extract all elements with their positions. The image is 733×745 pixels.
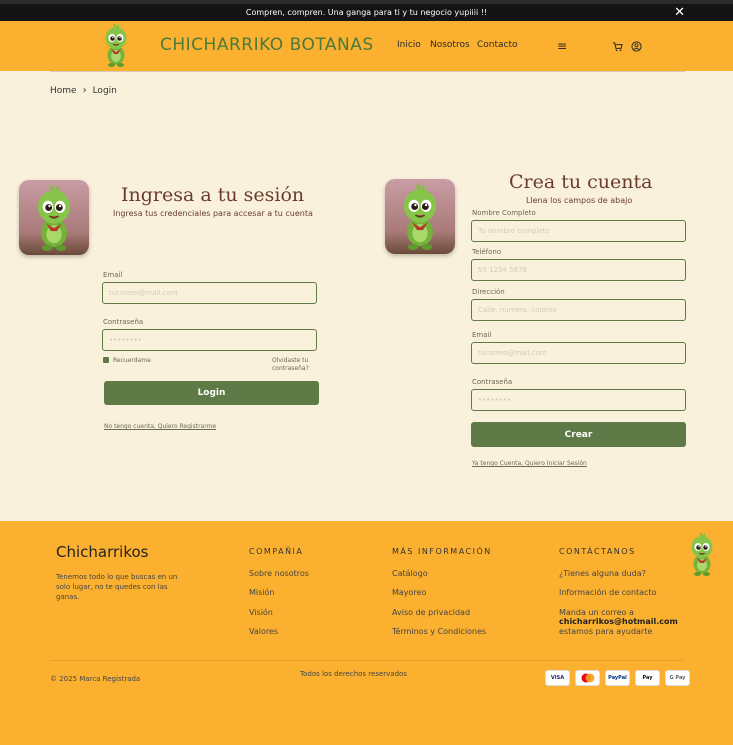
company-heading: COMPAÑIA — [249, 547, 304, 556]
login-avatar — [19, 180, 89, 255]
register-email-input[interactable] — [471, 342, 686, 364]
close-icon[interactable]: ✕ — [674, 6, 685, 19]
chevron-right-icon: › — [82, 85, 87, 96]
rights-text: Todos los derechos reservados — [300, 670, 407, 678]
cart-icon[interactable] — [611, 40, 623, 52]
nav-nosotros[interactable]: Nosotros — [430, 40, 470, 50]
login-password-label: Contraseña — [103, 318, 144, 326]
footer-link-privacidad[interactable]: Aviso de privacidad — [392, 608, 470, 617]
breadcrumb-home[interactable]: Home — [50, 86, 77, 96]
footer-link-dudas[interactable]: ¿Tienes alguna duda? — [559, 569, 646, 578]
footer-link-terminos[interactable]: Términos y Condiciones — [392, 627, 486, 636]
register-avatar — [385, 179, 455, 254]
breadcrumb-current: Login — [92, 85, 117, 96]
nav-inicio[interactable]: Inicio — [397, 40, 421, 50]
mail-prefix: Manda un correo a — [559, 608, 634, 617]
register-password-input[interactable] — [471, 389, 686, 411]
phone-label: Teléfono — [472, 248, 502, 256]
copyright: © 2025 Marca Registrada — [50, 675, 141, 683]
nav-contacto[interactable]: Contacto — [477, 40, 518, 50]
address-label: Dirección — [472, 288, 505, 296]
register-link[interactable]: No tengo cuenta, Quiero Registrarme — [104, 423, 216, 430]
mail-suffix: estamos para ayudarte — [559, 627, 653, 636]
footer-link-mision[interactable]: Misión — [249, 588, 274, 597]
remember-label: Recuerdame — [113, 357, 151, 364]
footer-link-sobre-nosotros[interactable]: Sobre nosotros — [249, 569, 309, 578]
announcement-text: Compren, compren. Una ganga para ti y tu… — [245, 8, 488, 17]
header-divider — [50, 71, 685, 72]
login-email-label: Email — [103, 271, 123, 279]
google-pay-icon: G Pay — [665, 670, 690, 686]
footer-divider — [50, 660, 683, 661]
footer-brand: Chicharrikos — [56, 543, 149, 561]
footer-chick-logo — [686, 532, 718, 578]
name-label: Nombre Completo — [472, 209, 536, 217]
address-input[interactable] — [471, 299, 686, 321]
remember-checkbox[interactable] — [103, 357, 109, 363]
footer-link-mayoreo[interactable]: Mayoreo — [392, 588, 426, 597]
create-account-button[interactable]: Crear — [471, 422, 686, 447]
footer-tagline: Tenemos todo lo que buscas en un solo lu… — [56, 573, 178, 601]
footer-link-vision[interactable]: Visión — [249, 608, 273, 617]
login-title: Ingresa a tu sesión — [121, 184, 305, 206]
more-info-heading: MÁS INFORMACIÓN — [392, 547, 492, 556]
site-header: CHICHARRIKO BOTANAS Inicio Nosotros Cont… — [0, 21, 733, 71]
contact-heading: CONTÁCTANOS — [559, 547, 636, 556]
announcement-bar: Compren, compren. Una ganga para ti y tu… — [0, 4, 733, 21]
login-subtitle: Ingresa tus credenciales para accesar a … — [113, 209, 313, 218]
breadcrumb: Home › Login — [50, 85, 117, 96]
register-password-label: Contraseña — [472, 378, 513, 386]
chick-logo[interactable] — [100, 23, 132, 69]
login-button[interactable]: Login — [104, 381, 319, 405]
visa-icon: VISA — [545, 670, 570, 686]
login-link[interactable]: Ya tengo Cuenta, Quiero Iniciar Sesión — [472, 460, 587, 467]
name-input[interactable] — [471, 220, 686, 242]
brand-name[interactable]: CHICHARRIKO BOTANAS — [160, 35, 374, 55]
register-title: Crea tu cuenta — [509, 171, 653, 193]
login-password-input[interactable] — [102, 329, 317, 351]
user-icon[interactable] — [630, 40, 642, 52]
phone-input[interactable] — [471, 259, 686, 281]
register-email-label: Email — [472, 331, 492, 339]
login-email-input[interactable] — [102, 282, 317, 304]
site-footer: Chicharrikos Tenemos todo lo que buscas … — [0, 521, 733, 745]
contact-email[interactable]: chicharrikos@hotmail.com — [559, 617, 678, 626]
footer-link-valores[interactable]: Valores — [249, 627, 278, 636]
apple-pay-icon: Pay — [635, 670, 660, 686]
register-subtitle: Llena los campos de abajo — [526, 196, 633, 205]
footer-link-catalogo[interactable]: Catálogo — [392, 569, 428, 578]
mastercard-icon — [575, 670, 600, 686]
paypal-icon: PayPal — [605, 670, 630, 686]
forgot-password-link[interactable]: Olvidaste tu contraseña? — [272, 357, 318, 373]
menu-icon[interactable]: ≡ — [556, 40, 568, 52]
footer-link-contacto[interactable]: Información de contacto — [559, 588, 657, 597]
